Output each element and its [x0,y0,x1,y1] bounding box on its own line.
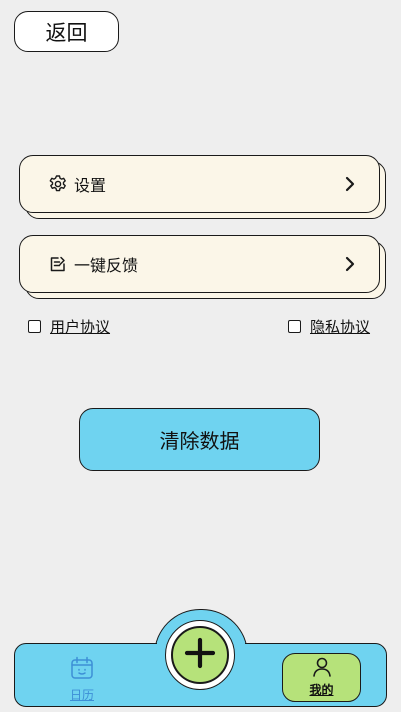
feedback-row[interactable]: 一键反馈 [19,235,386,299]
tab-me-label: 我的 [309,683,334,697]
privacy-agreement-link[interactable]: 隐私协议 [310,316,370,337]
plus-icon [183,636,217,674]
feedback-card[interactable]: 一键反馈 [19,235,380,293]
user-agreement-checkbox[interactable] [28,320,41,333]
chevron-right-icon [343,255,357,273]
gear-icon [48,174,68,194]
settings-row[interactable]: 设置 [19,155,386,219]
back-button[interactable]: 返回 [14,11,119,52]
add-button[interactable] [165,620,235,690]
calendar-icon [69,655,95,685]
privacy-agreement[interactable]: 隐私协议 [288,316,370,337]
user-agreement-link[interactable]: 用户协议 [50,316,110,337]
tab-me[interactable]: 我的 [282,653,361,702]
tab-calendar-label: 日历 [69,688,94,702]
add-button-inner [171,626,229,684]
tab-calendar[interactable]: 日历 [62,655,102,702]
person-icon [311,657,333,681]
clear-data-button[interactable]: 清除数据 [79,408,320,471]
privacy-agreement-checkbox[interactable] [288,320,301,333]
settings-card[interactable]: 设置 [19,155,380,213]
chevron-right-icon [343,175,357,193]
feedback-label: 一键反馈 [74,256,139,275]
feedback-edit-icon [48,254,68,274]
settings-label: 设置 [74,176,107,195]
user-agreement[interactable]: 用户协议 [28,316,110,337]
